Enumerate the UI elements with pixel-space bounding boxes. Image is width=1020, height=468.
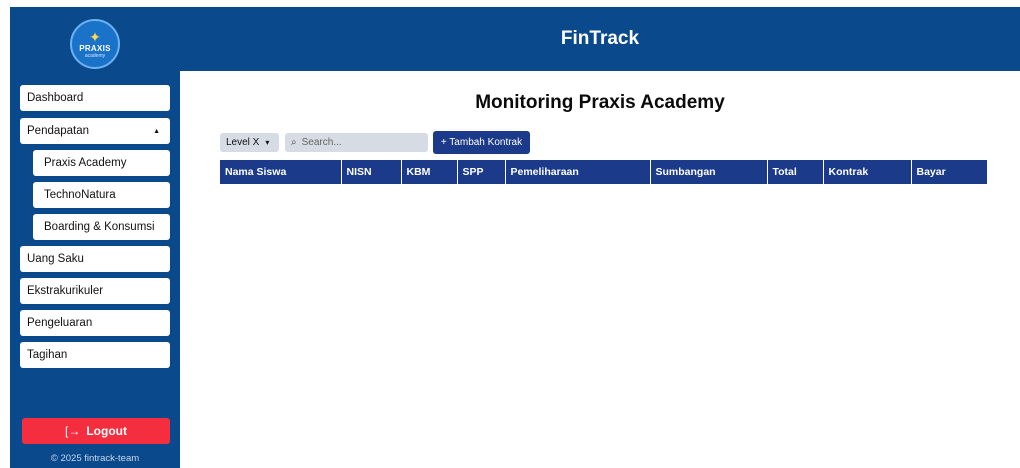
- column-header-spp[interactable]: SPP: [457, 160, 506, 184]
- logout-icon: [→: [65, 424, 81, 438]
- sidebar-item-label: Pendapatan: [27, 125, 90, 137]
- copyright-text: © 2025 fintrack-team: [50, 453, 140, 464]
- sidebar-item-pendapatan[interactable]: Pendapatan ▲: [20, 118, 170, 144]
- search-input[interactable]: [301, 137, 412, 148]
- app-title: FinTrack: [560, 28, 640, 49]
- sidebar-item-label: Boarding & Konsumsi: [44, 221, 155, 233]
- app-header: FinTrack: [180, 7, 1020, 71]
- level-select-value: Level X: [226, 137, 260, 148]
- sidebar-item-uang-saku[interactable]: Uang Saku: [20, 246, 170, 272]
- column-header-pemeliharaan[interactable]: Pemeliharaan: [505, 160, 651, 184]
- top-strip: [0, 0, 1020, 7]
- praxis-logo[interactable]: ✦ PRAXIS academy: [70, 19, 120, 69]
- sidebar-item-label: Praxis Academy: [44, 157, 127, 169]
- column-header-sumbangan[interactable]: Sumbangan: [650, 160, 768, 184]
- sidebar-item-boarding-konsumsi[interactable]: Boarding & Konsumsi: [33, 214, 170, 240]
- table-header-row: Nama Siswa NISN KBM SPP Pemeliharaan Sum…: [220, 160, 987, 184]
- sidebar-item-label: Uang Saku: [27, 253, 84, 265]
- sidebar-item-label: Tagihan: [27, 349, 68, 361]
- person-figure-icon: ✦: [89, 28, 101, 45]
- sidebar-item-dashboard[interactable]: Dashboard: [20, 85, 170, 111]
- logo-text: PRAXIS: [79, 43, 111, 53]
- sidebar-item-label: Ekstrakurikuler: [27, 285, 104, 297]
- logout-button[interactable]: [→ Logout: [22, 418, 170, 444]
- column-header-nisn[interactable]: NISN: [341, 160, 402, 184]
- column-header-bayar[interactable]: Bayar: [911, 160, 987, 184]
- logo-area: ✦ PRAXIS academy: [10, 7, 180, 81]
- sidebar-item-tagihan[interactable]: Tagihan: [20, 342, 170, 368]
- chevron-down-icon: ▾: [265, 138, 270, 147]
- caret-up-icon: ▲: [153, 128, 160, 135]
- student-table: Nama Siswa NISN KBM SPP Pemeliharaan Sum…: [220, 160, 987, 184]
- sidebar-item-ekstrakurikuler[interactable]: Ekstrakurikuler: [20, 278, 170, 304]
- add-contract-button[interactable]: + Tambah Kontrak: [433, 131, 530, 154]
- search-box[interactable]: ⌕: [285, 133, 428, 152]
- column-header-kontrak[interactable]: Kontrak: [823, 160, 912, 184]
- sidebar-item-label: Pengeluaran: [27, 317, 93, 329]
- sidebar-item-pengeluaran[interactable]: Pengeluaran: [20, 310, 170, 336]
- sidebar: ✦ PRAXIS academy Dashboard Pendapatan ▲ …: [10, 7, 180, 468]
- search-icon: ⌕: [291, 137, 297, 148]
- column-header-total[interactable]: Total: [767, 160, 824, 184]
- logout-label: Logout: [86, 424, 127, 438]
- sidebar-item-technonatura[interactable]: TechnoNatura: [33, 182, 170, 208]
- page-title: Monitoring Praxis Academy: [475, 92, 725, 113]
- sidebar-item-praxis-academy[interactable]: Praxis Academy: [33, 150, 170, 176]
- column-header-nama-siswa[interactable]: Nama Siswa: [220, 160, 342, 184]
- level-select[interactable]: Level X ▾: [220, 133, 279, 152]
- sidebar-item-label: Dashboard: [27, 92, 84, 104]
- sidebar-item-label: TechnoNatura: [44, 189, 116, 201]
- logo-subtext: academy: [84, 52, 106, 59]
- column-header-kbm[interactable]: KBM: [401, 160, 458, 184]
